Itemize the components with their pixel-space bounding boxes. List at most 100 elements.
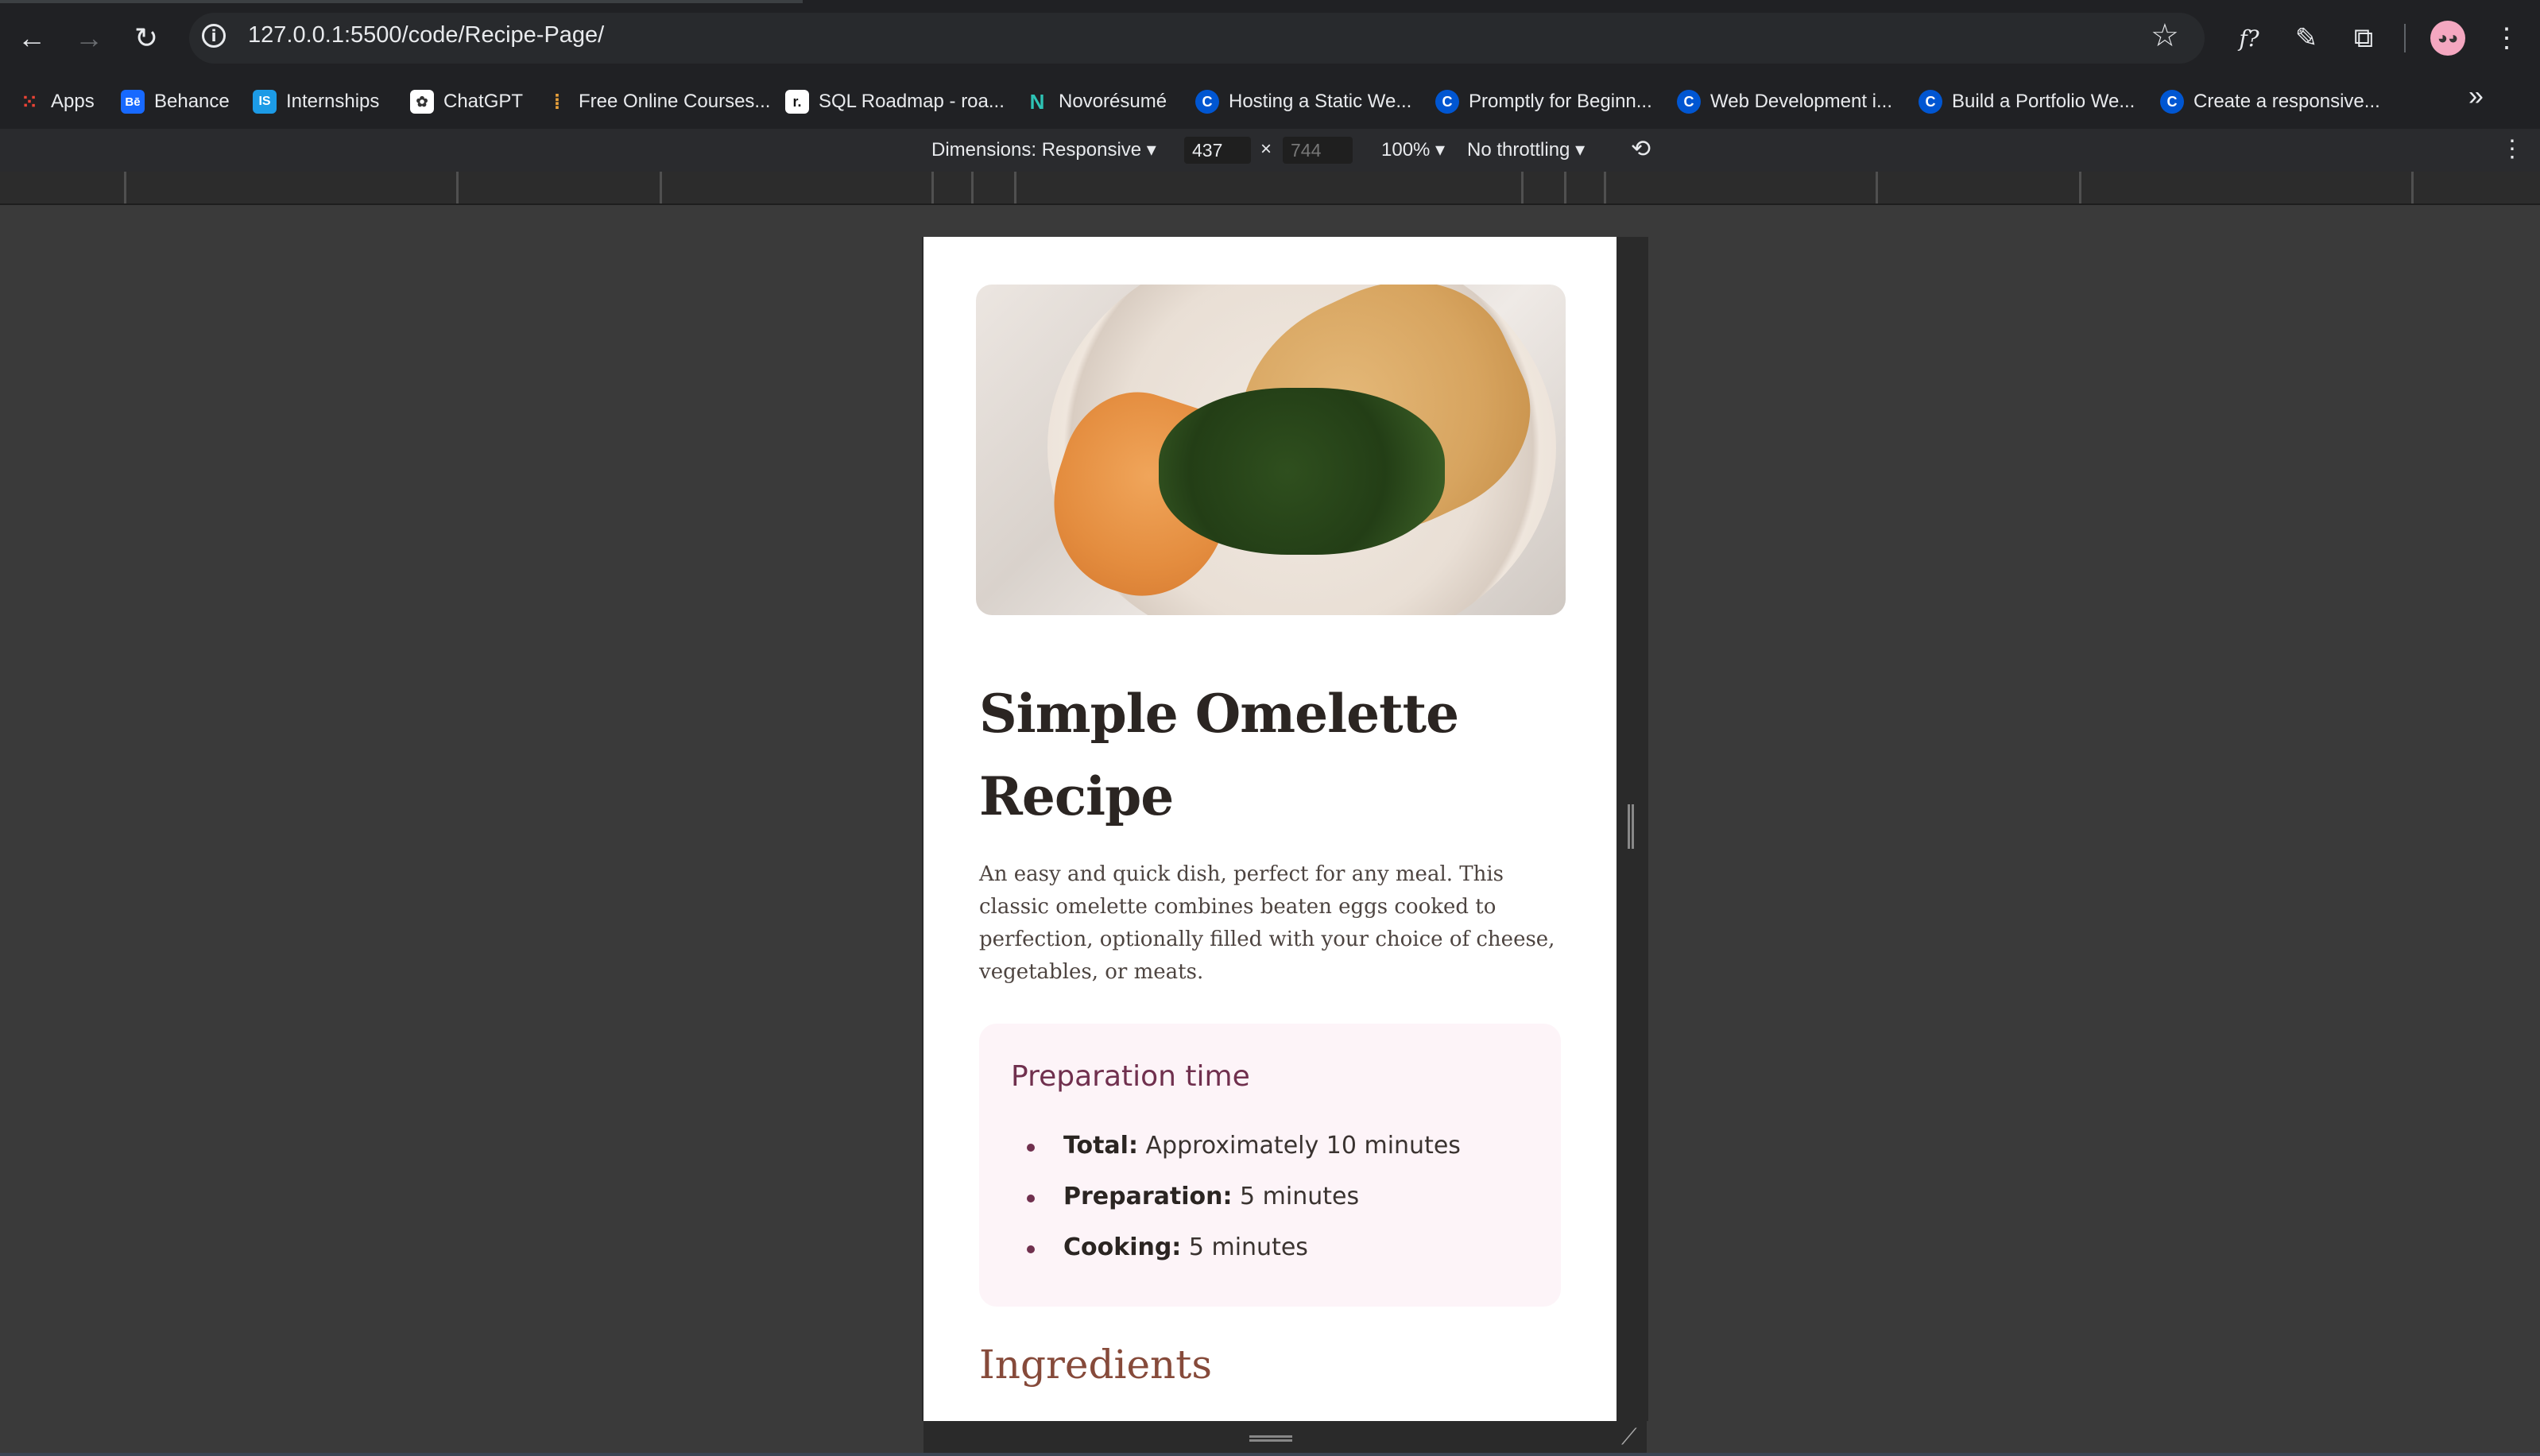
- recipe-intro: An easy and quick dish, perfect for any …: [979, 862, 1555, 984]
- corner-resize-icon[interactable]: ⟋: [1621, 1426, 1644, 1448]
- omelette-image: [976, 285, 1566, 615]
- toolbar-divider: [2404, 24, 2406, 52]
- bookmark-label: Apps: [51, 91, 95, 112]
- coursera-icon: C: [2160, 90, 2184, 114]
- page-viewport: Simple Omelette Recipe An easy and quick…: [923, 237, 1617, 1421]
- bookmark-hosting-static[interactable]: C Hosting a Static We...: [1195, 86, 1411, 118]
- bookmark-web-development[interactable]: C Web Development i...: [1677, 86, 1892, 118]
- coursera-icon: C: [1435, 90, 1459, 114]
- coursera-icon: C: [1919, 90, 1942, 114]
- chevron-down-icon: ▾: [1430, 139, 1446, 161]
- forward-icon[interactable]: →: [68, 17, 110, 59]
- bookmark-label: Promptly for Beginn...: [1469, 91, 1652, 112]
- coursera-icon: C: [1677, 90, 1701, 114]
- list-item: Total: Approximately 10 minutes: [1011, 1130, 1535, 1181]
- dimensions-dropdown[interactable]: Dimensions: Responsive ▾: [931, 138, 1156, 161]
- ruler-tick: [971, 172, 974, 203]
- prep-label: Cooking:: [1063, 1233, 1182, 1261]
- chrome-menu-icon[interactable]: ⋮: [2488, 19, 2526, 57]
- status-line: [0, 1453, 2540, 1456]
- font-ninja-icon[interactable]: f?: [2230, 19, 2268, 57]
- bookmark-label: Novorésumé: [1059, 91, 1167, 112]
- url-text[interactable]: 127.0.0.1:5500/code/Recipe-Page/: [248, 22, 604, 48]
- spinach-shape: [1159, 388, 1445, 555]
- bookmark-free-online-courses[interactable]: ⁞ Free Online Courses...: [545, 86, 771, 118]
- ruler-tick: [1564, 172, 1566, 203]
- media-query-ruler[interactable]: [0, 172, 2540, 205]
- internshala-icon: IS: [253, 90, 277, 114]
- bookmark-behance[interactable]: Bē Behance: [121, 86, 230, 118]
- width-input[interactable]: 437: [1184, 137, 1251, 164]
- zoom-label: 100%: [1381, 139, 1431, 161]
- behance-icon: Bē: [121, 90, 145, 114]
- width-resize-handle[interactable]: [1628, 804, 1634, 849]
- tab-strip-line: [0, 0, 803, 3]
- ruler-tick: [1876, 172, 1878, 203]
- preparation-heading: Preparation time: [1011, 1060, 1250, 1093]
- dimension-separator: ×: [1260, 138, 1272, 160]
- ruler-tick: [660, 172, 662, 203]
- list-item: Preparation: 5 minutes: [1011, 1181, 1535, 1232]
- height-input[interactable]: 744: [1283, 137, 1353, 164]
- prep-value: 5 minutes: [1188, 1233, 1308, 1261]
- bookmark-label: Build a Portfolio We...: [1952, 91, 2135, 112]
- more-bookmarks-icon[interactable]: »: [2468, 81, 2484, 112]
- bookmark-label: Hosting a Static We...: [1229, 91, 1412, 112]
- ruler-tick: [1604, 172, 1606, 203]
- recipe-title: Simple Omelette Recipe: [979, 683, 1459, 827]
- list-item: Cooking: 5 minutes: [1011, 1232, 1535, 1283]
- bookmark-label: Internships: [286, 91, 380, 112]
- back-icon[interactable]: ←: [11, 17, 52, 59]
- bookmark-label: Behance: [154, 91, 230, 112]
- prep-label: Preparation:: [1063, 1183, 1233, 1210]
- preparation-list: Total: Approximately 10 minutes Preparat…: [1011, 1130, 1535, 1283]
- devtools-more-icon[interactable]: ⋮: [2500, 135, 2524, 163]
- throttling-dropdown[interactable]: No throttling ▾: [1467, 138, 1585, 161]
- chevron-down-icon: ▾: [1141, 139, 1156, 161]
- ingredients-heading: Ingredients: [979, 1342, 1212, 1388]
- site-info-icon[interactable]: i: [202, 24, 226, 48]
- ruler-tick: [1521, 172, 1524, 203]
- dimensions-label: Dimensions: Responsive: [931, 139, 1142, 161]
- bookmark-build-portfolio[interactable]: C Build a Portfolio We...: [1919, 86, 2135, 118]
- prep-label: Total:: [1063, 1132, 1138, 1160]
- bookmark-chatgpt[interactable]: ✿ ChatGPT: [410, 86, 523, 118]
- ruler-tick: [1014, 172, 1016, 203]
- bookmark-label: ChatGPT: [443, 91, 524, 112]
- ruler-tick: [2079, 172, 2081, 203]
- bookmark-label: SQL Roadmap - roa...: [819, 91, 1005, 112]
- prep-value: 5 minutes: [1240, 1183, 1360, 1210]
- ruler-tick: [931, 172, 934, 203]
- extensions-icon[interactable]: ⧉: [2344, 19, 2383, 57]
- bookmark-novoresume[interactable]: N Novorésumé: [1025, 86, 1167, 118]
- rotate-icon[interactable]: ⟲: [1631, 135, 1651, 163]
- bookmark-sql-roadmap[interactable]: r. SQL Roadmap - roa...: [785, 86, 1005, 118]
- bookmark-promptly[interactable]: C Promptly for Beginn...: [1435, 86, 1652, 118]
- bookmark-label: Create a responsive...: [2193, 91, 2380, 112]
- coursera-icon: C: [1195, 90, 1219, 114]
- browser-toolbar: ← → ↻ i 127.0.0.1:5500/code/Recipe-Page/…: [0, 0, 2540, 76]
- bookmark-label: Web Development i...: [1710, 91, 1892, 112]
- zoom-dropdown[interactable]: 100% ▾: [1381, 138, 1445, 161]
- roadmap-icon: r.: [785, 90, 809, 114]
- bookmark-internships[interactable]: IS Internships: [253, 86, 379, 118]
- apps-grid-icon: ⁙: [21, 89, 38, 114]
- bookmark-apps[interactable]: ⁙ Apps: [17, 86, 95, 118]
- ruler-tick: [456, 172, 459, 203]
- courses-icon: ⁞: [553, 89, 561, 114]
- profile-avatar[interactable]: ◕◕: [2430, 21, 2465, 56]
- ruler-tick: [2411, 172, 2414, 203]
- eyedropper-icon[interactable]: ✎: [2287, 19, 2325, 57]
- bookmark-label: Free Online Courses...: [579, 91, 771, 112]
- bookmark-star-icon[interactable]: ☆: [2151, 17, 2179, 54]
- throttling-label: No throttling: [1467, 139, 1570, 161]
- ruler-tick: [124, 172, 126, 203]
- chevron-down-icon: ▾: [1570, 139, 1586, 161]
- bookmarks-bar: ⁙ Apps Bē Behance IS Internships ✿ ChatG…: [0, 76, 2540, 129]
- bookmark-create-responsive[interactable]: C Create a responsive...: [2160, 86, 2380, 118]
- chatgpt-icon: ✿: [410, 90, 434, 114]
- reload-icon[interactable]: ↻: [126, 17, 167, 59]
- height-resize-handle[interactable]: [1249, 1435, 1292, 1442]
- novoresume-icon: N: [1029, 89, 1045, 114]
- prep-value: Approximately 10 minutes: [1145, 1132, 1461, 1160]
